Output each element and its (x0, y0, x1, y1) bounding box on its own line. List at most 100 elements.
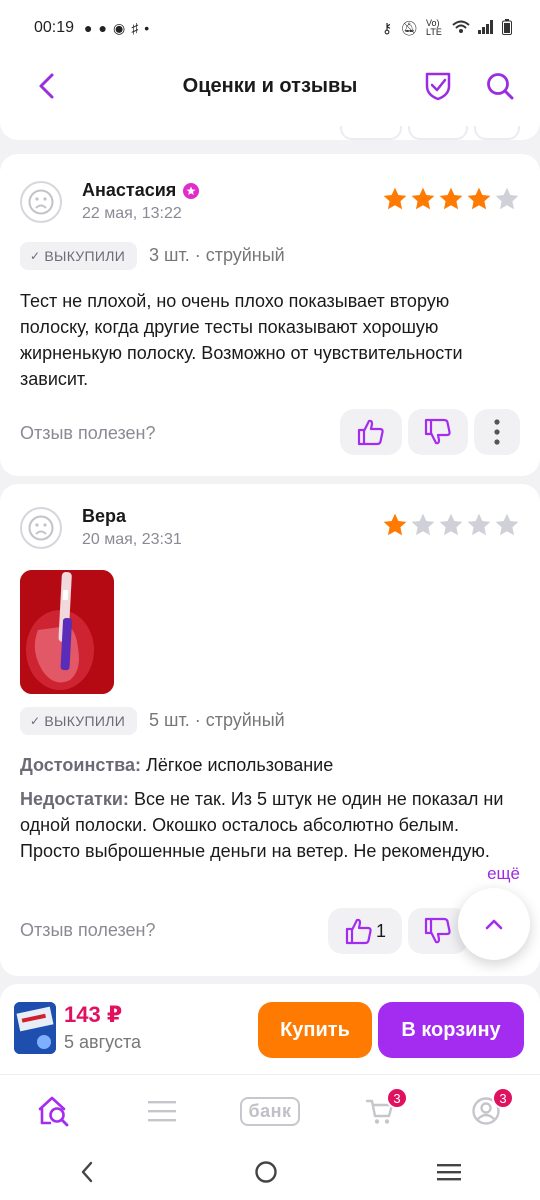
bank-label: банк (240, 1096, 300, 1126)
review-text: Тест не плохой, но очень плохо показывае… (20, 291, 463, 389)
sad-face-icon (28, 515, 54, 541)
cons-label: Недостатки: (20, 789, 129, 809)
purchased-chip: ✓ ВЫКУПИЛИ (20, 707, 138, 735)
thumbs-up-icon (345, 918, 372, 945)
profile-badge: 3 (492, 1087, 514, 1109)
star-filled-icon (439, 187, 463, 210)
nav-recents-icon (436, 1163, 461, 1180)
star-empty-icon (495, 187, 519, 210)
useful-question: Отзыв полезен? (20, 920, 156, 940)
pros-text: Лёгкое использование (146, 755, 334, 775)
tab-bank[interactable]: банк (236, 1089, 304, 1133)
back-button[interactable] (26, 66, 66, 106)
star-filled-icon (467, 187, 491, 210)
header-bar: Оценки и отзывы (0, 56, 540, 116)
snapchat-icon: ◉ (112, 19, 126, 36)
nav-home-icon (255, 1160, 277, 1183)
check-icon: ✓ (30, 714, 41, 728)
thumbs-down-icon (424, 418, 451, 445)
delivery-date: 5 августа (64, 1032, 142, 1052)
menu-icon (148, 1101, 176, 1122)
home-search-icon (38, 1096, 69, 1127)
purchased-chip: ✓ ВЫКУПИЛИ (20, 242, 138, 270)
battery-icon (502, 18, 512, 38)
purchase-details: 5 шт. · струйный (149, 710, 285, 730)
sad-face-icon (28, 189, 54, 215)
nav-back-button[interactable] (79, 1160, 95, 1189)
star-filled-icon (411, 187, 435, 210)
like-button[interactable]: 1 (328, 908, 402, 954)
purchase-details: 3 шт. · струйный (149, 245, 285, 265)
star-empty-icon (495, 513, 519, 536)
purchased-label: ВЫКУПИЛИ (44, 713, 126, 729)
buy-now-button[interactable]: Купить (258, 1002, 372, 1058)
review-card: Анастасия 22 мая, 13:22 ✓ ВЫКУПИЛИ 3 шт.… (0, 154, 540, 476)
review-date: 20 мая, 23:31 (82, 531, 182, 548)
key-icon: ⚷ (381, 19, 393, 36)
tab-home[interactable] (32, 1089, 76, 1133)
rating-stars (382, 512, 520, 538)
chat-icon: ● (98, 20, 107, 36)
bottom-tab-bar: банк 3 3 (0, 1074, 540, 1148)
review-photo-image (20, 570, 114, 694)
review-author: Вера (82, 506, 127, 526)
system-nav-bar (0, 1148, 540, 1200)
chevron-left-icon (39, 73, 54, 99)
review-cons: Недостатки: Все не так. Из 5 штук не оди… (20, 786, 520, 864)
tab-profile[interactable]: 3 (464, 1087, 514, 1133)
dot-icon: • (144, 20, 150, 36)
star-empty-icon (467, 513, 491, 536)
top-reviewer-badge-icon (183, 182, 200, 199)
thumbs-up-icon (357, 419, 384, 446)
search-button[interactable] (480, 66, 520, 106)
check-icon: ✓ (30, 249, 41, 263)
star-empty-icon (439, 513, 463, 536)
read-more-link[interactable]: ещё (487, 864, 520, 884)
search-icon (487, 73, 514, 100)
verified-reviews-button[interactable] (418, 66, 458, 106)
previous-review-remnant (0, 116, 540, 140)
review-card: Вера 20 мая, 23:31 ✓ ВЫКУПИЛИ 5 шт. · ст… (0, 484, 540, 976)
wifi-icon (452, 20, 470, 37)
star-filled-icon (383, 513, 407, 536)
purchased-label: ВЫКУПИЛИ (44, 248, 126, 264)
thumbs-down-icon (424, 917, 451, 944)
status-time: 00:19 (34, 19, 75, 36)
more-vertical-icon (494, 419, 500, 445)
nav-home-button[interactable] (254, 1160, 278, 1189)
signal-icon (478, 19, 494, 37)
star-empty-icon (411, 513, 435, 536)
message-icon: ● (84, 20, 93, 36)
avatar (20, 181, 62, 223)
mute-icon: 🔕︎ (400, 19, 418, 36)
review-photo[interactable] (20, 570, 114, 694)
add-to-cart-button[interactable]: В корзину (378, 1002, 524, 1058)
more-options-button[interactable] (474, 409, 520, 455)
star-filled-icon (383, 187, 407, 210)
review-date: 22 мая, 13:22 (82, 205, 182, 222)
pros-label: Достоинства: (20, 755, 141, 775)
tab-catalog[interactable] (140, 1089, 184, 1133)
scroll-to-top-button[interactable] (458, 888, 530, 960)
review-pros: Достоинства: Лёгкое использование (20, 752, 520, 778)
nav-recents-button[interactable] (436, 1162, 461, 1187)
volte-icon: Vo) LTE (426, 18, 442, 37)
page-title: Оценки и отзывы (182, 74, 358, 97)
cart-badge: 3 (386, 1087, 408, 1109)
avatar (20, 507, 62, 549)
rating-stars (382, 186, 520, 212)
app-icon: ♯ (131, 20, 139, 36)
status-bar: 00:19 ● ● ◉ ♯ • ⚷ 🔕︎ Vo) LTE (0, 0, 540, 56)
dislike-button[interactable] (408, 409, 468, 455)
tab-cart[interactable]: 3 (358, 1087, 408, 1133)
product-image (14, 1002, 56, 1054)
like-button[interactable] (340, 409, 402, 455)
buy-bar: 143 ₽ 5 августа Купить В корзину (0, 984, 540, 1074)
chevron-up-icon (485, 919, 503, 930)
useful-question: Отзыв полезен? (20, 423, 156, 443)
like-count: 1 (375, 920, 386, 941)
review-author: Анастасия (82, 180, 177, 200)
product-price: 143 ₽ (64, 1002, 123, 1027)
shield-check-icon (425, 72, 451, 101)
product-thumbnail[interactable] (14, 1002, 56, 1054)
